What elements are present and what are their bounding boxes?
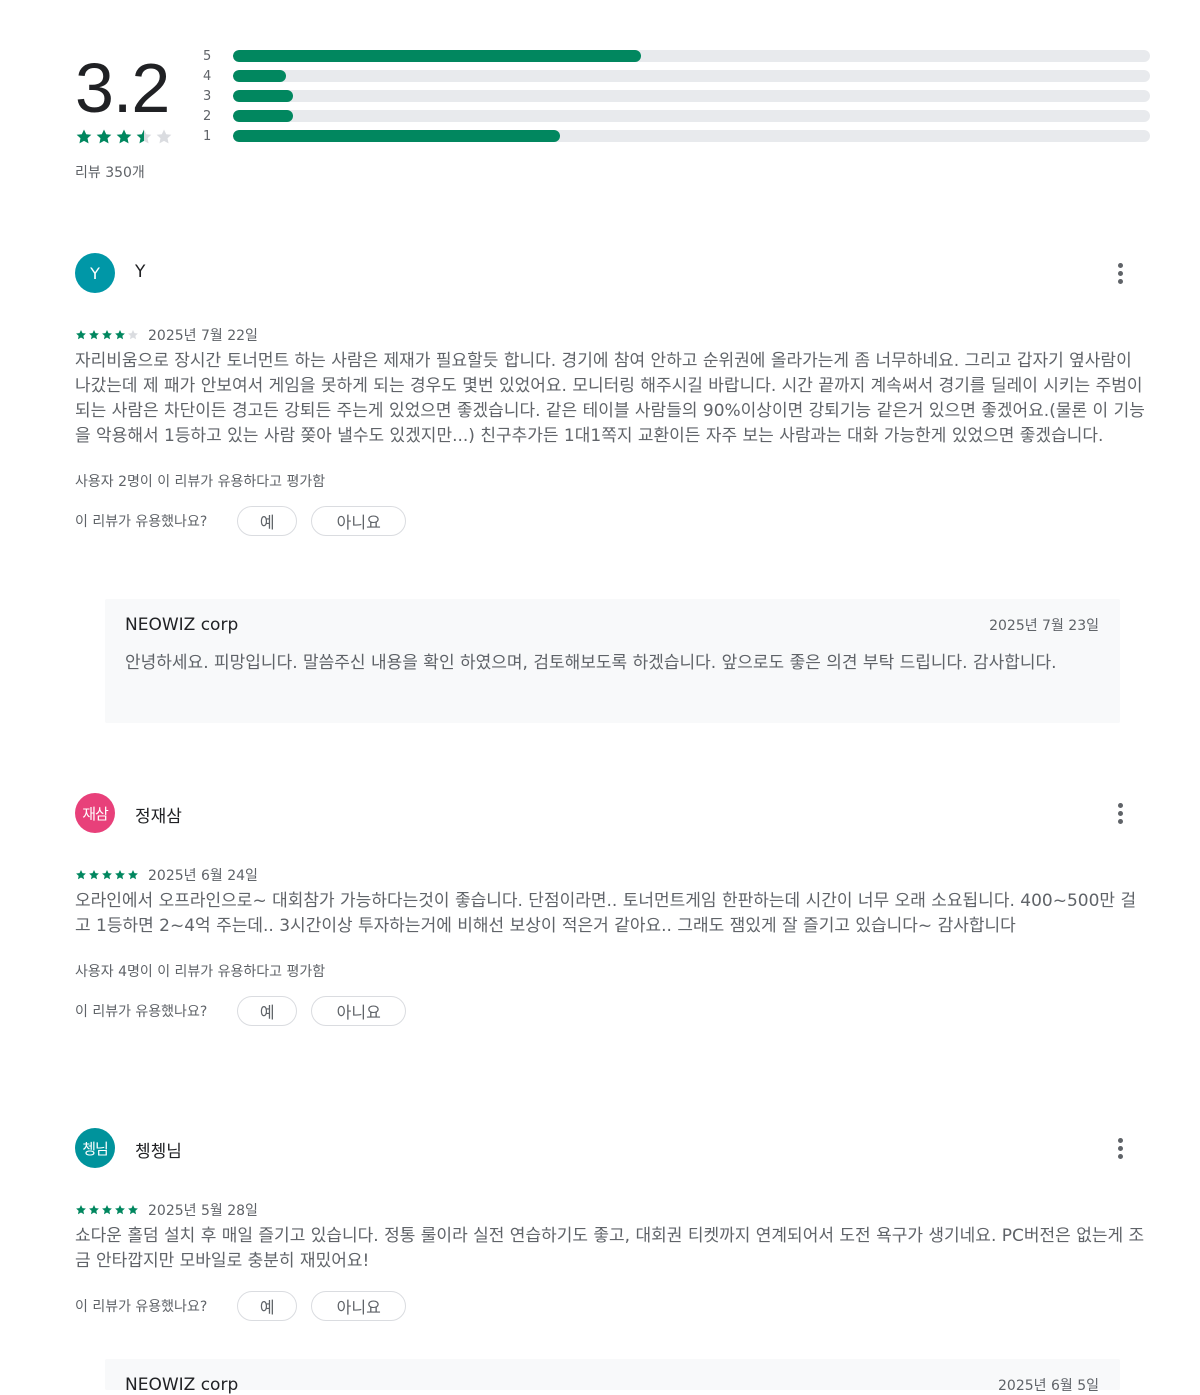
histogram-label: 3 <box>203 89 212 104</box>
review-text: 쇼다운 홀덤 설치 후 매일 즐기고 있습니다. 정통 룰이라 실전 연습하기도… <box>75 1226 1145 1271</box>
review-header: Y Y <box>75 253 1145 293</box>
star-icon <box>128 1205 138 1215</box>
star-icon <box>76 129 92 144</box>
reply-date: 2025년 7월 23일 <box>989 618 1099 634</box>
histogram-row-3: 3 <box>203 88 1150 108</box>
review-author: Y <box>135 262 146 282</box>
star-icon <box>102 1205 112 1215</box>
histogram-row-1: 1 <box>203 128 1150 148</box>
star-icon <box>89 1205 99 1215</box>
star-icon <box>76 330 86 340</box>
review-text: 오라인에서 오프라인으로~ 대회참가 가능하다는것이 좋습니다. 단점이라면..… <box>75 891 1137 936</box>
star-icon <box>76 1205 86 1215</box>
review-date: 2025년 6월 24일 <box>148 868 258 884</box>
average-star-rating <box>75 128 173 146</box>
helpful-feedback: 이 리뷰가 유용했나요? 예 아니요 <box>75 995 1145 1027</box>
helpful-yes-button[interactable]: 예 <box>237 506 298 536</box>
avatar: 쳉님 <box>75 1128 115 1168</box>
helpful-feedback: 이 리뷰가 유용했나요? 예 아니요 <box>75 505 1145 537</box>
avatar: 재삼 <box>75 793 115 833</box>
review-meta: 2025년 6월 24일 <box>75 865 1145 885</box>
star-icon <box>128 870 138 880</box>
review-card: Y Y 2025년 7월 22일 자리비움으로 장시간 토너먼트 하는 사람은 … <box>75 253 1145 537</box>
star-icon <box>116 129 132 144</box>
helpful-no-button[interactable]: 아니요 <box>311 506 407 536</box>
helpful-question: 이 리뷰가 유용했나요? <box>75 1004 208 1020</box>
histogram-track <box>233 50 1150 62</box>
rating-summary: 3.2 리뷰 350개 5 4 3 2 1 <box>75 40 1150 190</box>
review-card: 재삼 정재삼 2025년 6월 24일 오라인에서 오프라인으로~ 대회참가 가… <box>75 793 1145 1027</box>
helpful-question: 이 리뷰가 유용했나요? <box>75 1299 208 1315</box>
reply-date: 2025년 6월 5일 <box>998 1378 1099 1394</box>
histogram-track <box>233 110 1150 122</box>
histogram-label: 2 <box>203 109 212 124</box>
developer-name: NEOWIZ corp <box>125 615 239 635</box>
helpful-yes-button[interactable]: 예 <box>237 996 298 1026</box>
review-meta: 2025년 7월 22일 <box>75 325 1145 345</box>
star-icon <box>76 870 86 880</box>
star-icon <box>136 129 152 144</box>
helpful-count: 사용자 2명이 이 리뷰가 유용하다고 평가함 <box>75 474 326 490</box>
histogram-row-4: 4 <box>203 68 1150 88</box>
developer-name: NEOWIZ corp <box>125 1375 239 1395</box>
helpful-question: 이 리뷰가 유용했나요? <box>75 514 208 530</box>
review-date: 2025년 5월 28일 <box>148 1203 258 1219</box>
helpful-no-button[interactable]: 아니요 <box>311 1291 407 1321</box>
review-author: 정재삼 <box>135 807 182 827</box>
review-card: 쳉님 쳉쳉님 2025년 5월 28일 쇼다운 홀덤 설치 후 매일 즐기고 있… <box>75 1128 1145 1322</box>
review-meta: 2025년 5월 28일 <box>75 1200 1145 1220</box>
histogram-row-5: 5 <box>203 48 1150 68</box>
developer-reply: NEOWIZ corp 2025년 7월 23일 안녕하세요. 피망입니다. 말… <box>105 599 1120 723</box>
star-icon <box>115 870 125 880</box>
review-header: 재삼 정재삼 <box>75 793 1145 833</box>
histogram-fill <box>233 130 561 142</box>
star-icon <box>89 330 99 340</box>
histogram-track <box>233 70 1150 82</box>
histogram-fill <box>233 90 293 102</box>
star-icon <box>115 330 125 340</box>
star-icon <box>156 129 172 144</box>
star-icon <box>89 870 99 880</box>
review-text: 자리비움으로 장시간 토너먼트 하는 사람은 제재가 필요할듯 합니다. 경기에… <box>75 351 1145 446</box>
average-score: 3.2 <box>75 49 170 127</box>
developer-reply: NEOWIZ corp 2025년 6월 5일 <box>105 1359 1120 1395</box>
review-count: 리뷰 350개 <box>75 165 145 181</box>
review-star-rating <box>75 329 139 341</box>
histogram-fill <box>233 110 293 122</box>
rating-histogram: 5 4 3 2 1 <box>203 48 1150 148</box>
more-options-icon[interactable] <box>1110 1134 1130 1162</box>
review-star-rating <box>75 1204 139 1216</box>
histogram-row-2: 2 <box>203 108 1150 128</box>
star-icon <box>102 870 112 880</box>
star-icon <box>102 330 112 340</box>
avatar: Y <box>75 253 115 293</box>
more-options-icon[interactable] <box>1110 799 1130 827</box>
helpful-yes-button[interactable]: 예 <box>237 1291 298 1321</box>
reply-text: 안녕하세요. 피망입니다. 말씀주신 내용을 확인 하였으며, 검토해보도록 하… <box>125 653 1057 673</box>
histogram-label: 1 <box>203 129 212 144</box>
histogram-fill <box>233 50 642 62</box>
histogram-track <box>233 130 1150 142</box>
review-author: 쳉쳉님 <box>135 1142 182 1162</box>
star-icon <box>115 1205 125 1215</box>
review-header: 쳉님 쳉쳉님 <box>75 1128 1145 1168</box>
star-icon <box>96 129 112 144</box>
helpful-no-button[interactable]: 아니요 <box>311 996 407 1026</box>
histogram-track <box>233 90 1150 102</box>
histogram-label: 4 <box>203 69 212 84</box>
review-date: 2025년 7월 22일 <box>148 328 258 344</box>
review-star-rating <box>75 869 139 881</box>
histogram-fill <box>233 70 287 82</box>
helpful-count: 사용자 4명이 이 리뷰가 유용하다고 평가함 <box>75 964 326 980</box>
histogram-label: 5 <box>203 49 212 64</box>
star-icon <box>128 330 138 340</box>
more-options-icon[interactable] <box>1110 259 1130 287</box>
helpful-feedback: 이 리뷰가 유용했나요? 예 아니요 <box>75 1290 1145 1322</box>
